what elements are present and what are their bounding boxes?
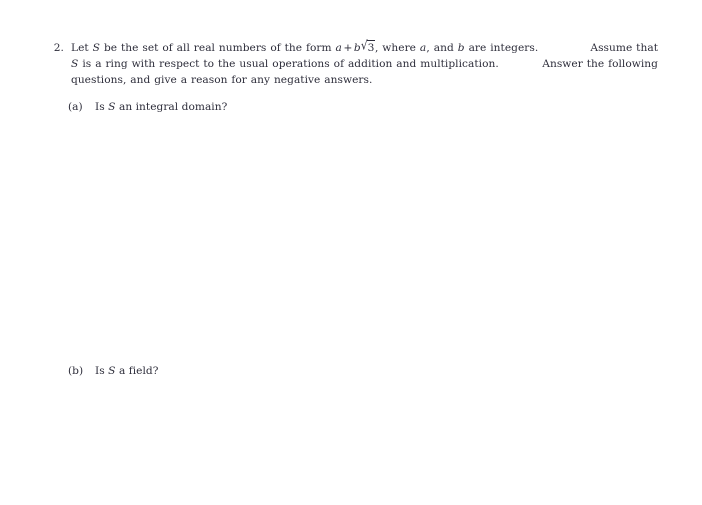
math-var-S-4: S bbox=[108, 365, 116, 377]
problem-line-1: Let S be the set of all real numbers of … bbox=[71, 39, 658, 56]
problem-line-3: questions, and give a reason for any neg… bbox=[71, 72, 658, 88]
line2-tail: Answer the following bbox=[542, 58, 658, 70]
problem-line-2-content: S is a ring with respect to the usual op… bbox=[71, 56, 499, 72]
math-var-S-3: S bbox=[108, 101, 116, 113]
subpart-b-prefix: Is bbox=[95, 365, 109, 377]
radicand: 3 bbox=[367, 39, 376, 54]
line2-text: is a ring with respect to the usual oper… bbox=[78, 58, 499, 70]
subpart-a: (a) Is S an integral domain? bbox=[68, 99, 227, 115]
math-operator-plus: + bbox=[343, 42, 353, 54]
math-var-b-2: b bbox=[457, 42, 465, 54]
subpart-b: (b) Is S a field? bbox=[68, 363, 158, 379]
subpart-a-label: (a) bbox=[68, 101, 83, 113]
answer-space-a[interactable] bbox=[68, 118, 658, 358]
subpart-b-text: Is S a field? bbox=[88, 365, 158, 377]
problem-line-1-content: Let S be the set of all real numbers of … bbox=[71, 39, 539, 56]
line1-mid: be the set of all real numbers of the fo… bbox=[100, 42, 336, 54]
problem-number: 2. bbox=[53, 42, 64, 54]
line1-tail: are integers. bbox=[464, 42, 539, 54]
problem-line-2: S is a ring with respect to the usual op… bbox=[71, 56, 658, 72]
subpart-b-label: (b) bbox=[68, 365, 84, 377]
subpart-a-suffix: an integral domain? bbox=[115, 101, 228, 113]
subpart-a-prefix: Is bbox=[95, 101, 109, 113]
subpart-a-text: Is S an integral domain? bbox=[88, 101, 227, 113]
math-var-S: S bbox=[92, 42, 101, 54]
line1-tail-2: Assume that bbox=[590, 42, 658, 54]
square-root-expression: √3 bbox=[361, 39, 376, 56]
document-page: 2. Let S be the set of all real numbers … bbox=[0, 0, 702, 505]
problem-row: 2. Let S be the set of all real numbers … bbox=[46, 39, 658, 88]
answer-space-b[interactable] bbox=[68, 382, 658, 497]
problem-2: 2. Let S be the set of all real numbers … bbox=[46, 39, 658, 88]
line1-head: Let bbox=[71, 42, 93, 54]
line3-text: questions, and give a reason for any neg… bbox=[71, 74, 373, 86]
subpart-b-suffix: a field? bbox=[115, 365, 159, 377]
line1-after-radical: , where bbox=[374, 42, 420, 54]
problem-body: Let S be the set of all real numbers of … bbox=[64, 39, 658, 88]
line1-mid-2: , and bbox=[426, 42, 458, 54]
math-var-b: b bbox=[353, 42, 361, 54]
